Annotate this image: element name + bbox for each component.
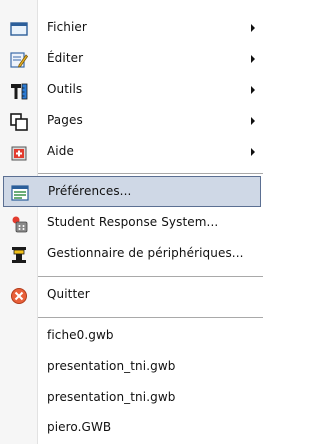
menu-item-fichier[interactable]: Fichier (0, 13, 263, 44)
menu-item-label: Pages (47, 113, 83, 127)
menu-separator (38, 317, 263, 318)
submenu-arrow-icon (251, 86, 255, 94)
menu-separator (38, 173, 263, 174)
recent-file-label: presentation_tni.gwb (47, 359, 176, 373)
pages-icon (10, 113, 28, 131)
recent-file-item[interactable]: presentation_tni.gwb (0, 383, 263, 414)
menu-item-device-manager[interactable]: Gestionnaire de périphériques... (0, 239, 263, 270)
edit-icon (10, 52, 28, 68)
submenu-arrow-icon (251, 24, 255, 32)
menu-item-label: Gestionnaire de périphériques... (47, 246, 244, 260)
menu-item-preferences[interactable]: Préférences... (3, 176, 261, 207)
menu-item-editer[interactable]: Éditer (0, 44, 263, 75)
menu-item-student-response-system[interactable]: Student Response System... (0, 208, 263, 239)
student-response-icon (12, 216, 28, 233)
submenu-arrow-icon (251, 55, 255, 63)
menu-item-pages[interactable]: Pages (0, 106, 263, 137)
menu-item-label: Student Response System... (47, 215, 219, 229)
recent-file-label: piero.GWB (47, 420, 112, 434)
recent-file-label: presentation_tni.gwb (47, 390, 176, 404)
recent-file-label: fiche0.gwb (47, 328, 114, 342)
menu-item-outils[interactable]: Outils (0, 75, 263, 106)
tools-icon (11, 83, 28, 100)
menu-item-quitter[interactable]: Quitter (0, 280, 263, 311)
device-manager-icon (12, 247, 26, 263)
file-menu: Fichier Éditer Outils Pages Aide Préfére… (0, 0, 263, 444)
menu-item-label: Éditer (47, 51, 84, 65)
menu-item-label: Aide (47, 144, 74, 158)
menu-item-label: Préférences... (48, 184, 132, 198)
menu-separator (38, 276, 263, 277)
submenu-arrow-icon (251, 117, 255, 125)
menu-item-label: Fichier (47, 20, 87, 34)
preferences-icon (11, 185, 29, 201)
menu-item-aide[interactable]: Aide (0, 137, 263, 168)
recent-file-item[interactable]: presentation_tni.gwb (0, 352, 263, 383)
recent-file-item[interactable]: fiche0.gwb (0, 321, 263, 352)
recent-file-item[interactable]: piero.GWB (0, 413, 263, 444)
quit-icon (11, 288, 27, 304)
menu-item-label: Quitter (47, 287, 90, 301)
help-icon (11, 146, 27, 161)
menu-item-label: Outils (47, 82, 83, 96)
submenu-arrow-icon (251, 148, 255, 156)
folder-icon (10, 22, 28, 36)
